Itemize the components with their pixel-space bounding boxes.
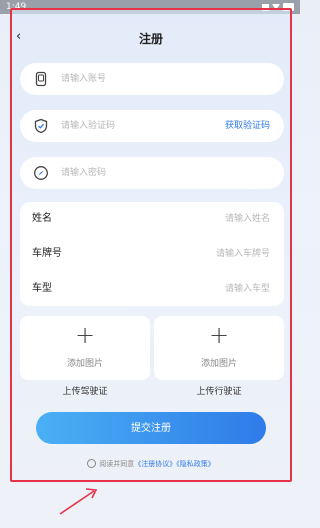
shield-icon (34, 118, 48, 134)
model-label: 车型 (32, 283, 52, 294)
driver-license-caption: 上传驾驶证 (62, 387, 108, 397)
model-row[interactable]: 车型 请输入车型 (20, 272, 284, 306)
name-input[interactable]: 请输入姓名 (225, 202, 270, 236)
agree-radio[interactable] (87, 459, 97, 468)
add-image-label: 添加图片 (66, 359, 103, 369)
agreement-row: 阅读并同意《注册协议》《隐私政策》 (12, 459, 290, 469)
get-code-button[interactable]: 获取验证码 (225, 110, 270, 142)
account-input[interactable]: 请输入账号 (61, 63, 106, 95)
vehicle-license-upload[interactable]: + 添加图片 (154, 316, 284, 380)
plus-icon: + (74, 321, 96, 349)
code-field[interactable]: 请输入验证码 获取验证码 (20, 110, 284, 142)
plate-row[interactable]: 车牌号 请输入车牌号 (20, 237, 284, 271)
model-input[interactable]: 请输入车型 (225, 272, 270, 306)
plate-input[interactable]: 请输入车牌号 (216, 237, 270, 271)
name-label: 姓名 (32, 213, 52, 224)
password-input[interactable]: 请输入密码 (61, 157, 106, 189)
lock-icon (34, 166, 48, 180)
plus-icon: + (208, 321, 230, 349)
terms-link[interactable]: 《注册协议》 (134, 460, 176, 468)
add-image-label: 添加图片 (200, 359, 237, 369)
annotation-arrow-icon (59, 488, 98, 515)
plate-label: 车牌号 (32, 248, 62, 259)
privacy-link[interactable]: 《隐私政策》 (176, 460, 215, 468)
name-row[interactable]: 姓名 请输入姓名 (20, 202, 284, 236)
account-field[interactable]: 请输入账号 (20, 63, 284, 95)
vehicle-license-caption: 上传行驶证 (196, 387, 242, 397)
phone-icon (35, 71, 47, 87)
agreement-prefix: 阅读并同意 (99, 460, 135, 468)
code-input[interactable]: 请输入验证码 (61, 110, 115, 142)
page-title: 注册 (138, 32, 163, 46)
driver-license-upload[interactable]: + 添加图片 (20, 316, 150, 380)
vehicle-info-card: 姓名 请输入姓名 车牌号 请输入车牌号 车型 请输入车型 (20, 202, 284, 306)
register-screen: ‹ 注册 请输入账号 请输入验证码 获取验证码 请输入密码 姓名 请输入姓名 车 (10, 8, 292, 482)
submit-register-button[interactable]: 提交注册 (36, 412, 266, 444)
password-field[interactable]: 请输入密码 (20, 157, 284, 189)
